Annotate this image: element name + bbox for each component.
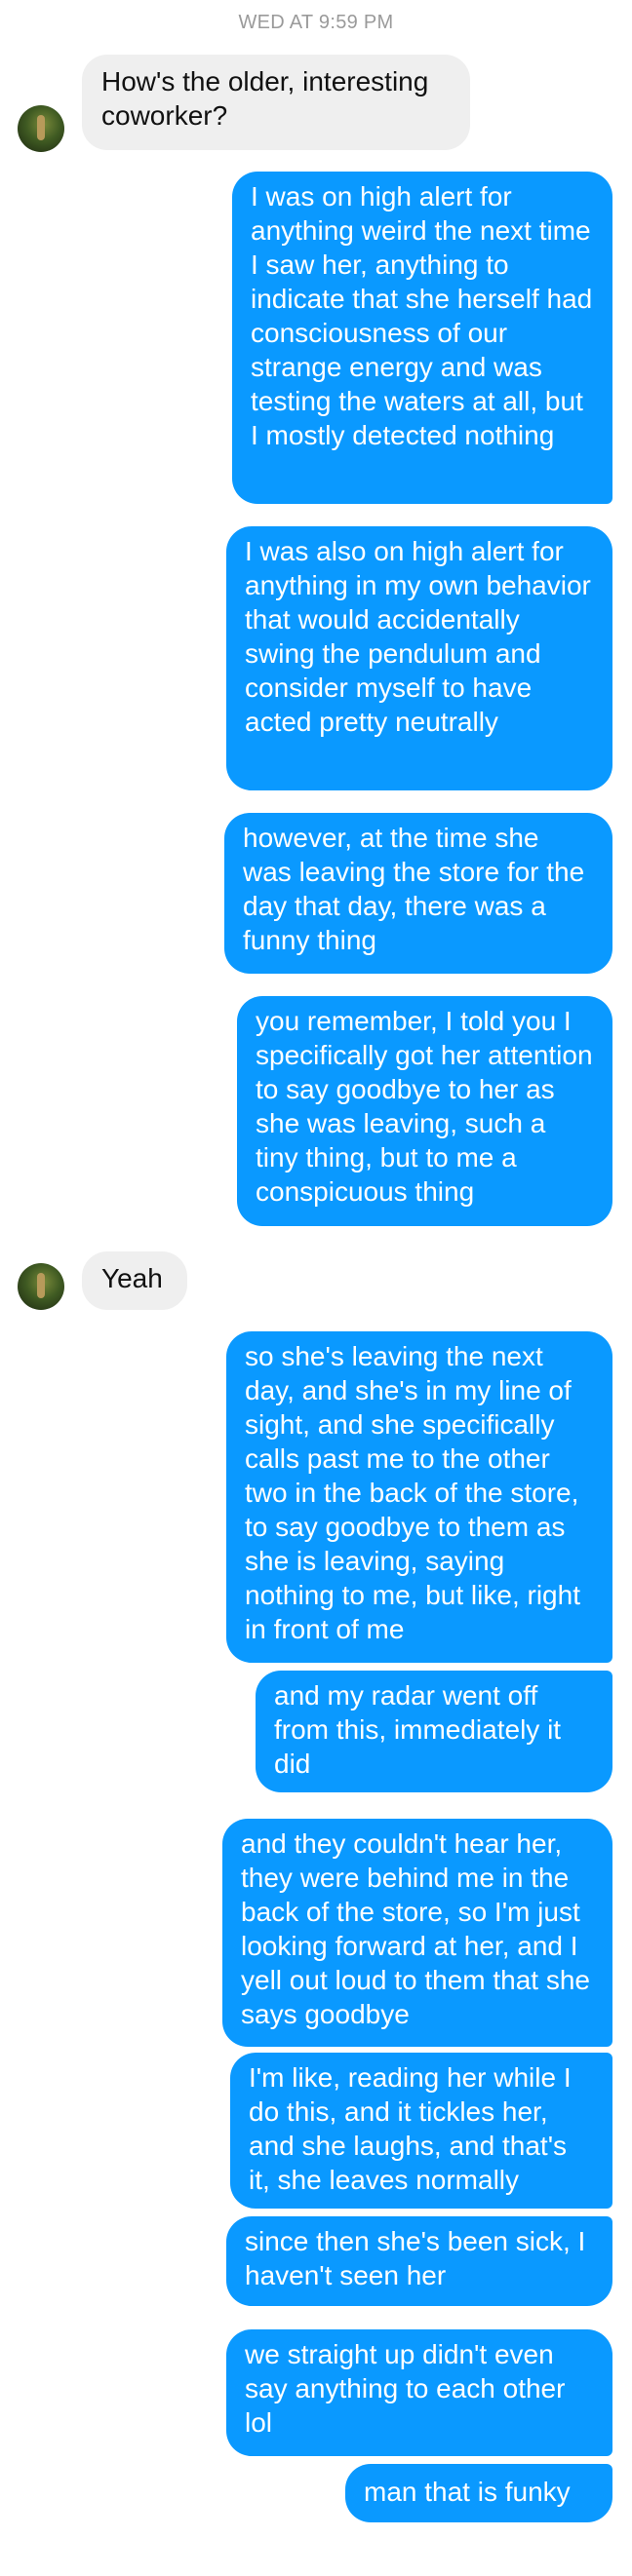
message-bubble-outgoing[interactable]: and they couldn't hear her, they were be…	[222, 1819, 612, 2047]
message-bubble-outgoing[interactable]: however, at the time she was leaving the…	[224, 813, 612, 974]
message-bubble-outgoing[interactable]: I was also on high alert for anything in…	[226, 526, 612, 790]
message-bubble-outgoing[interactable]: you remember, I told you I specifically …	[237, 996, 612, 1226]
message-bubble-outgoing[interactable]: I'm like, reading her while I do this, a…	[230, 2053, 612, 2209]
message-bubble-outgoing[interactable]: and my radar went off from this, immedia…	[256, 1671, 612, 1792]
message-bubble-outgoing[interactable]: we straight up didn't even say anything …	[226, 2329, 612, 2456]
message-bubble-outgoing[interactable]: since then she's been sick, I haven't se…	[226, 2216, 612, 2306]
message-bubble-outgoing[interactable]: I was on high alert for anything weird t…	[232, 172, 612, 504]
conversation-timestamp: WED AT 9:59 PM	[238, 12, 394, 33]
message-bubble-outgoing[interactable]: so she's leaving the next day, and she's…	[226, 1331, 612, 1663]
contact-avatar[interactable]	[18, 105, 64, 152]
message-bubble-incoming[interactable]: How's the older, interesting coworker?	[82, 55, 470, 150]
message-bubble-outgoing[interactable]: man that is funky	[345, 2464, 612, 2522]
contact-avatar[interactable]	[18, 1263, 64, 1310]
message-bubble-incoming[interactable]: Yeah	[82, 1251, 187, 1310]
